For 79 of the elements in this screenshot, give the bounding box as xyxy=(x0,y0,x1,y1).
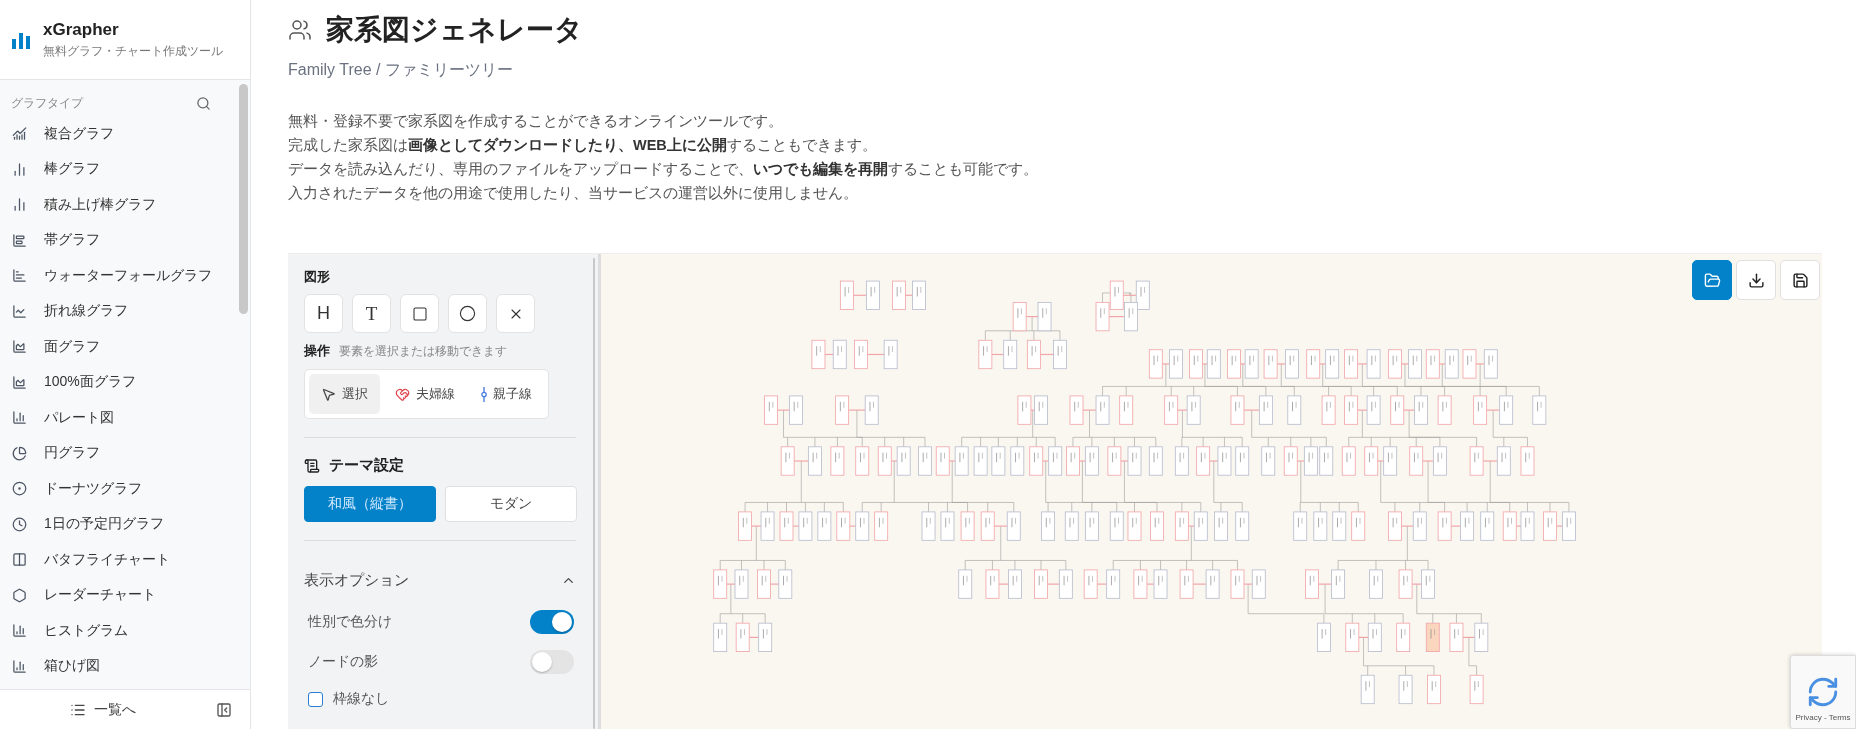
list-link[interactable]: 一覧へ xyxy=(70,700,136,719)
search-icon[interactable] xyxy=(196,95,211,111)
sidebar-item-label: ヒストグラム xyxy=(44,621,128,640)
options-header[interactable]: 表示オプション xyxy=(304,571,576,590)
sidebar-item-label: 100%面グラフ xyxy=(44,373,136,392)
sidebar-item[interactable]: 1日の予定円グラフ xyxy=(0,506,237,542)
description-text: 無料・登録不要で家系図を作成することができるオンラインツールです。 xyxy=(288,112,784,131)
description-text: 入力されたデータを他の用途で使用したり、当サービスの運営以外に使用しません。 xyxy=(288,184,859,203)
cursor-icon xyxy=(321,386,336,402)
sidebar-item[interactable]: 帯グラフ xyxy=(0,222,237,258)
sidebar-item[interactable]: レーダーチャート xyxy=(0,577,237,613)
hint-text: 要素を選択または移動できます xyxy=(339,343,507,360)
sidebar-item[interactable]: パレート図 xyxy=(0,400,237,436)
sidebar-item-label: 積み上げ棒グラフ xyxy=(44,195,156,214)
sidebar-item[interactable]: ウォーターフォールグラフ xyxy=(0,258,237,294)
sidebar-item-label: 帯グラフ xyxy=(44,231,100,250)
square-icon xyxy=(411,305,428,322)
section-heading: グラフタイプ xyxy=(11,95,83,111)
users-icon xyxy=(288,18,312,42)
sidebar-item-label: 円グラフ xyxy=(44,444,100,463)
shape-tool-button[interactable]: H xyxy=(304,294,343,333)
sidebar-item-label: パレート図 xyxy=(44,408,114,427)
option-label: ノードの影 xyxy=(308,653,378,671)
section-label: 図形 xyxy=(304,268,331,286)
page-title: 家系図ジェネレータ xyxy=(326,13,583,47)
page-subtitle: Family Tree / ファミリーツリー xyxy=(288,60,514,80)
sidebar-item-label: レーダーチャート xyxy=(44,586,156,605)
open-button[interactable] xyxy=(1692,260,1732,300)
sidebar-item-label: 箱ひげ図 xyxy=(44,657,100,676)
download-icon xyxy=(1747,271,1765,289)
theme-button[interactable]: 和風（縦書） xyxy=(304,486,436,522)
description-text: データを読み込んだり、専用のファイルをアップロードすることで、いつでも編集を再開することも可能です。 xyxy=(288,160,1039,179)
sidebar-item-label: 折れ線グラフ xyxy=(44,302,128,321)
sidebar-item[interactable]: ドーナツグラフ xyxy=(0,471,237,507)
shape-tool-button[interactable] xyxy=(400,294,439,333)
mode-button[interactable]: 選択 xyxy=(309,374,380,414)
recaptcha-links[interactable]: Privacy - Terms xyxy=(1795,713,1851,722)
sidebar-item-label: 面グラフ xyxy=(44,337,100,356)
sidebar-item[interactable]: 折れ線グラフ xyxy=(0,293,237,329)
circle-icon xyxy=(459,305,476,322)
sidebar-item-label: 複合グラフ xyxy=(44,124,114,143)
sidebar-item[interactable]: 100%面グラフ xyxy=(0,364,237,400)
collapse-sidebar-icon[interactable] xyxy=(216,701,232,718)
option-label: 枠線なし xyxy=(333,690,389,708)
sidebar-item[interactable]: バタフライチャート xyxy=(0,542,237,578)
scroll-icon xyxy=(304,457,320,474)
section-title: テーマ設定 xyxy=(329,456,404,475)
sidebar-item[interactable]: 複合グラフ xyxy=(0,116,237,152)
app-tagline: 無料グラフ・チャート作成ツール xyxy=(43,42,223,60)
bar-chart-icon xyxy=(12,30,31,49)
save-button[interactable] xyxy=(1780,260,1820,300)
theme-button[interactable]: モダン xyxy=(445,486,577,522)
save-icon xyxy=(1791,271,1809,289)
mode-button[interactable]: 親子線 xyxy=(469,374,544,414)
download-button[interactable] xyxy=(1736,260,1776,300)
shape-tool-button[interactable] xyxy=(448,294,487,333)
sidebar-item-label: ウォーターフォールグラフ xyxy=(44,266,212,285)
toggle-switch[interactable] xyxy=(530,650,574,674)
checkbox[interactable] xyxy=(308,691,323,707)
recaptcha-icon xyxy=(1806,675,1840,709)
sidebar-item-label: 1日の予定円グラフ xyxy=(44,515,164,534)
mode-button[interactable]: 夫婦線 xyxy=(382,374,467,414)
sidebar-item[interactable]: 面グラフ xyxy=(0,329,237,365)
sidebar-item[interactable]: 円グラフ xyxy=(0,435,237,471)
app-name: xGrapher xyxy=(43,19,120,40)
description-text: 完成した家系図は画像としてダウンロードしたり、WEB上に公開することもできます。 xyxy=(288,136,878,155)
folder-icon xyxy=(1703,271,1721,289)
line-icon xyxy=(481,386,487,402)
sidebar-item[interactable]: 積み上げ棒グラフ xyxy=(0,187,237,223)
sidebar-item[interactable]: 棒グラフ xyxy=(0,151,237,187)
sidebar-item-label: バタフライチャート xyxy=(44,550,170,569)
sidebar-item[interactable]: ヒストグラム xyxy=(0,613,237,649)
sidebar-item[interactable]: 箱ひげ図 xyxy=(0,648,237,684)
option-label: 性別で色分け xyxy=(308,613,392,631)
toggle-switch[interactable] xyxy=(530,610,574,634)
section-label: 操作 xyxy=(304,342,330,360)
sidebar-item-label: 棒グラフ xyxy=(44,160,100,179)
sidebar-item-label: ドーナツグラフ xyxy=(44,479,142,498)
shape-tool-button[interactable]: T xyxy=(352,294,391,333)
